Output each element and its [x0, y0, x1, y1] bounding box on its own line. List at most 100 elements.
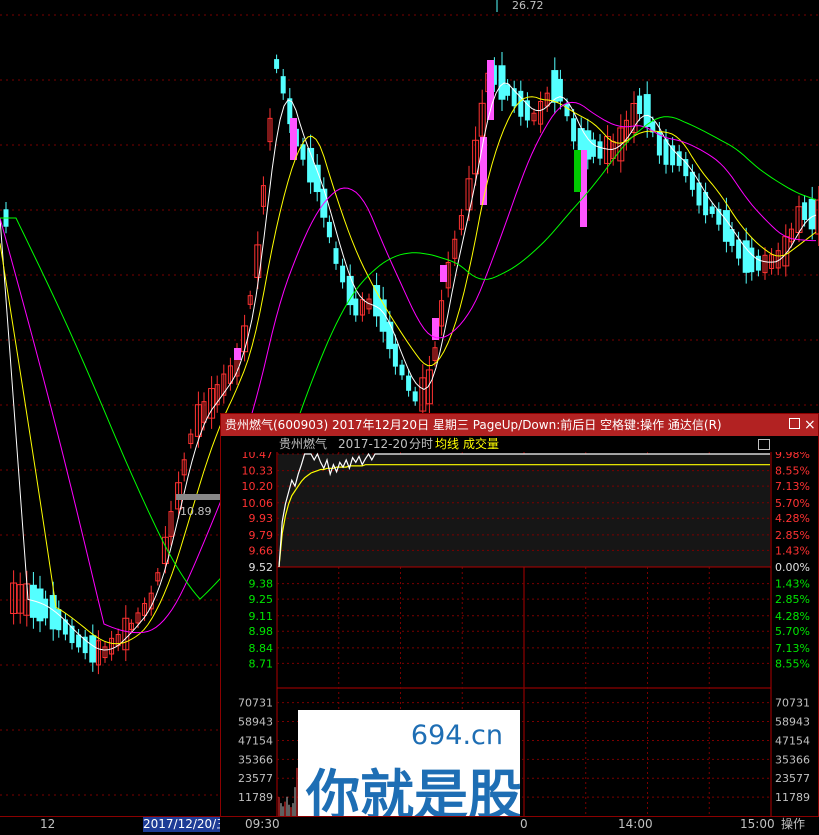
date-tick-12: 12: [40, 817, 56, 831]
candle-body: [36, 588, 44, 622]
pct-tick-label: 8.55%: [775, 657, 810, 670]
pct-tick-label: 4.28%: [775, 512, 810, 525]
stock-name: 贵州燃气: [279, 437, 328, 451]
candle-body-highlight: [290, 118, 297, 160]
price-tick-label: 10.33: [242, 465, 274, 478]
chart-mode: 分时: [409, 437, 434, 451]
price-tick-label: 9.79: [249, 529, 274, 542]
candle-body: [76, 634, 82, 648]
volume-tick-left: 23577: [238, 772, 273, 785]
candle-body: [340, 265, 346, 283]
pct-tick-label: 1.43%: [775, 578, 810, 591]
volume-tick-right: 47154: [775, 734, 810, 747]
pct-tick-label: 2.85%: [775, 593, 810, 606]
candle-body: [637, 95, 643, 115]
candle-body: [274, 59, 280, 69]
price-tick-label: 10.06: [242, 497, 274, 510]
pct-tick-label: 5.70%: [775, 625, 810, 638]
settings-icon[interactable]: [758, 439, 770, 450]
chart-date: 2017-12-20: [338, 437, 408, 451]
candle-body: [353, 298, 359, 316]
volume-tick-left: 11789: [238, 791, 273, 804]
candle-body-highlight: [440, 265, 447, 282]
candle-body: [412, 391, 418, 402]
candle-body: [736, 239, 742, 259]
candle-body: [313, 164, 321, 193]
candle-body: [392, 343, 398, 367]
candle-body: [386, 321, 394, 350]
pct-tick-label: 7.13%: [775, 642, 810, 655]
candle-body: [643, 94, 651, 127]
cursor-bar: [176, 494, 220, 500]
candle-body-highlight: [234, 348, 241, 360]
price-tick-label: 9.93: [249, 512, 274, 525]
volume-tick-left: 70731: [238, 697, 273, 710]
pct-tick-label: 2.85%: [775, 529, 810, 542]
price-tick-label: 9.66: [249, 544, 274, 557]
candle-body: [326, 221, 332, 238]
volume-tick-right: 11789: [775, 791, 810, 804]
low-label: 10.89: [180, 505, 212, 518]
candle-body: [43, 598, 49, 619]
candle-body: [808, 198, 816, 230]
price-tick-label: 9.52: [249, 561, 274, 574]
volume-tick-right: 35366: [775, 753, 810, 766]
time-tick-partial: 0: [520, 817, 528, 831]
pct-tick-label: 9.98%: [775, 452, 810, 461]
volume-tick-right: 70731: [775, 697, 810, 710]
volume-tick-right: 23577: [775, 772, 810, 785]
pct-tick-label: 4.28%: [775, 610, 810, 623]
pct-tick-label: 5.70%: [775, 497, 810, 510]
pct-tick-label: 7.13%: [775, 480, 810, 493]
volume-tick-left: 35366: [238, 753, 273, 766]
time-axis-bar: 12 2017/12/20/三 09:30 0 14:00 15:00 操作: [0, 816, 819, 832]
candle-body: [300, 144, 306, 160]
candle-body: [56, 609, 62, 631]
candle-body-green: [574, 150, 581, 192]
candle-body: [729, 229, 735, 246]
avg-line-label: 均线: [435, 437, 460, 451]
popup-title-bar[interactable]: 贵州燃气(600903) 2017年12月20日 星期三 PageUp/Down…: [221, 414, 818, 436]
pct-tick-label: 0.00%: [775, 561, 810, 574]
cursor-date-label: 2017/12/20/三: [143, 817, 220, 832]
candle-body-highlight: [480, 137, 487, 205]
peak-label: 26.72: [512, 0, 544, 12]
price-tick-label: 8.98: [249, 625, 274, 638]
time-tick-1400: 14:00: [618, 817, 653, 831]
candle-body: [722, 210, 730, 242]
candle-body: [696, 182, 702, 206]
pct-tick-label: 8.55%: [775, 465, 810, 478]
candle-body: [333, 248, 339, 264]
watermark-site: 694.cn: [411, 720, 503, 751]
candle-body-highlight: [580, 150, 587, 227]
price-tick-label: 10.47: [242, 452, 274, 461]
volume-tick-left: 58943: [238, 716, 273, 729]
volume-label: 成交量: [463, 437, 500, 451]
price-tick-label: 10.20: [242, 480, 274, 493]
candle-body: [597, 141, 603, 159]
action-button[interactable]: 操作: [781, 817, 805, 832]
close-icon[interactable]: ×: [804, 414, 816, 436]
pct-tick-label: 1.43%: [775, 544, 810, 557]
time-tick-1500: 15:00: [740, 817, 775, 831]
candle-body: [399, 364, 405, 376]
price-tick-label: 8.71: [249, 657, 274, 670]
price-tick-label: 9.38: [249, 578, 274, 591]
time-tick-0930: 09:30: [245, 817, 280, 831]
candle-body: [406, 375, 412, 391]
price-tick-label: 9.25: [249, 593, 274, 606]
popup-subheader: 贵州燃气 2017-12-20 分时 均线 成交量: [221, 436, 818, 452]
candle-body: [498, 65, 506, 100]
candle-body: [709, 206, 715, 214]
candle-body: [505, 84, 511, 96]
candle-body: [802, 202, 808, 220]
candle-body: [280, 76, 286, 94]
candle-body: [689, 171, 695, 190]
popup-title-text: 贵州燃气(600903) 2017年12月20日 星期三 PageUp/Down…: [225, 418, 722, 432]
candle-body: [373, 285, 381, 317]
maximize-icon[interactable]: [789, 418, 800, 429]
price-tick-label: 9.11: [249, 610, 274, 623]
volume-tick-right: 58943: [775, 716, 810, 729]
candle-body: [590, 139, 596, 157]
candle-body: [564, 103, 570, 117]
